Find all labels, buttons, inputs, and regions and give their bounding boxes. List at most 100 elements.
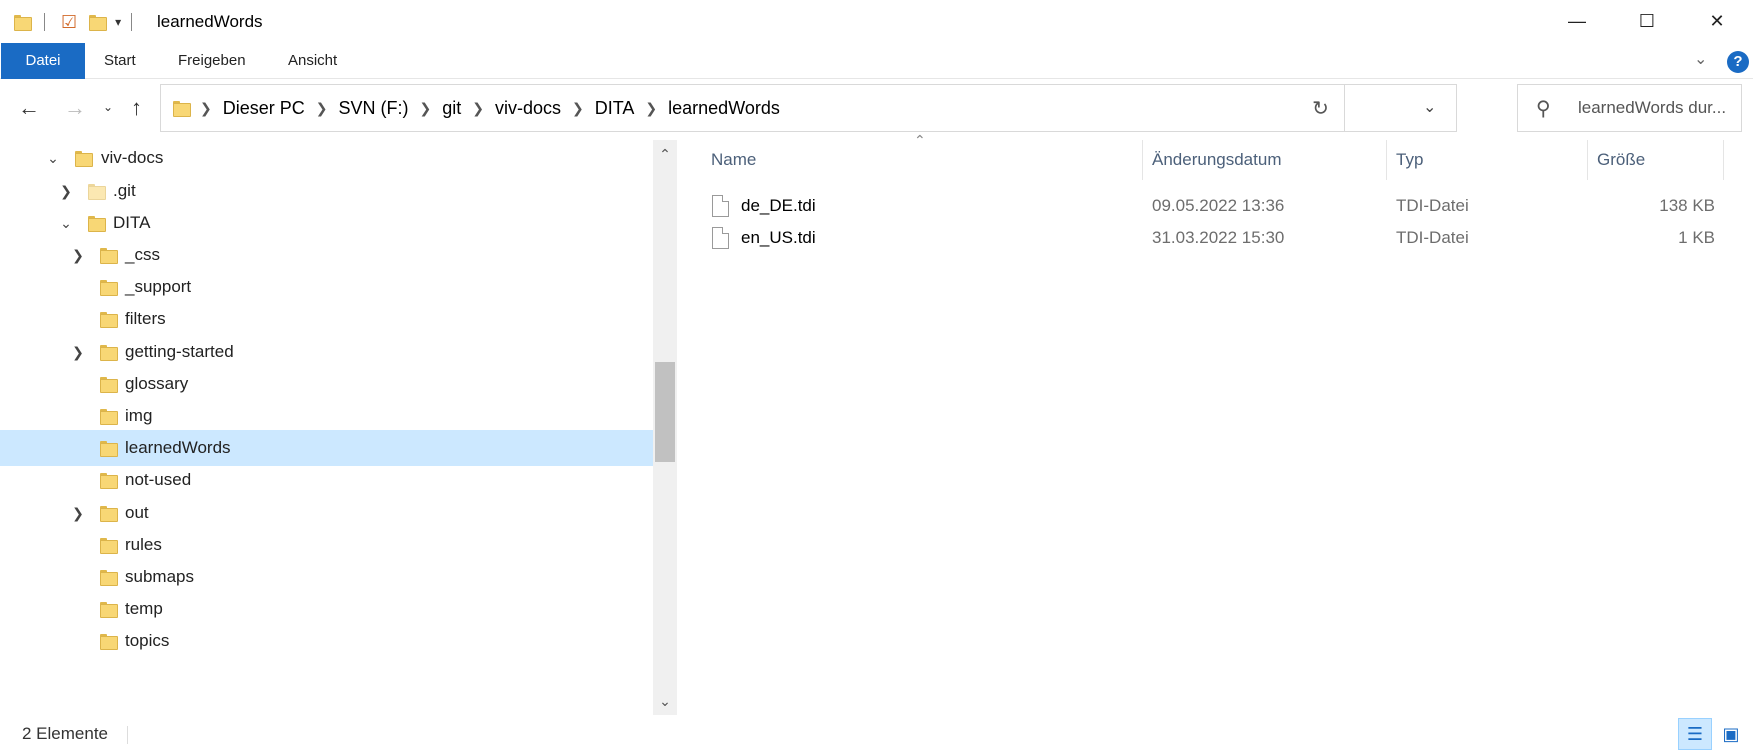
tree-item-out[interactable]: ❯ out — [0, 495, 653, 531]
tree-item-label: glossary — [125, 374, 189, 393]
column-divider[interactable] — [1587, 140, 1588, 180]
toolbar-divider — [131, 13, 133, 31]
file-date: 31.03.2022 15:30 — [1152, 228, 1285, 247]
close-icon: ✕ — [1709, 10, 1725, 31]
tree-item-glossary[interactable]: glossary — [0, 366, 653, 402]
crumb-dieser-pc[interactable]: Dieser PC — [223, 98, 305, 119]
breadcrumb: ❯ Dieser PC ❯ SVN (F:) ❯ git ❯ viv-docs … — [173, 85, 780, 131]
search-input[interactable] — [1578, 97, 1738, 119]
chevron-down-icon[interactable]: ⌄ — [45, 150, 61, 167]
file-icon — [712, 227, 729, 249]
folder-icon — [100, 570, 118, 586]
folder-icon — [14, 15, 32, 31]
tab-start[interactable]: Start — [86, 43, 154, 79]
maximize-button[interactable]: ☐ — [1614, 0, 1680, 42]
search-box[interactable]: ⚲ — [1517, 84, 1742, 132]
tree-item-css[interactable]: ❯ _css — [0, 237, 653, 273]
tab-freigeben[interactable]: Freigeben — [160, 43, 264, 79]
refresh-button[interactable]: ↻ — [1297, 84, 1345, 132]
crumb-viv-docs[interactable]: viv-docs — [495, 98, 561, 119]
recent-locations-button[interactable]: ⌄ — [103, 100, 113, 114]
chevron-down-icon: ⌄ — [103, 100, 114, 114]
crumb-svn-drive[interactable]: SVN (F:) — [339, 98, 409, 119]
navigation-pane: ⌄ viv-docs ❯ .git ⌄ DITA ❯ _css _support… — [0, 140, 677, 715]
details-view-button[interactable]: ☰ — [1678, 718, 1712, 750]
tree-item-label: learnedWords — [125, 438, 231, 457]
expand-ribbon-icon[interactable]: ⌄ — [1694, 49, 1707, 69]
chevron-right-icon[interactable]: ❯ — [572, 100, 584, 117]
chevron-right-icon[interactable]: ❯ — [316, 100, 328, 117]
file-row[interactable]: de_DE.tdi 09.05.2022 13:36 TDI-Datei 138… — [687, 190, 1737, 222]
chevron-right-icon[interactable]: ❯ — [70, 505, 86, 522]
crumb-git[interactable]: git — [442, 98, 461, 119]
file-name: de_DE.tdi — [741, 196, 816, 215]
tree-item-filters[interactable]: filters — [0, 301, 653, 337]
ribbon-tabs: Datei Start Freigeben Ansicht ⌄ — [0, 43, 1753, 79]
back-button[interactable]: ← — [18, 95, 40, 121]
column-divider[interactable] — [1723, 140, 1724, 180]
tab-datei[interactable]: Datei — [1, 43, 85, 79]
file-date: 09.05.2022 13:36 — [1152, 196, 1285, 215]
sort-ascending-icon: ⌃ — [914, 132, 926, 148]
tree-item-topics[interactable]: topics — [0, 623, 653, 659]
column-divider[interactable] — [1386, 140, 1387, 180]
scroll-up-icon[interactable]: ⌃ — [653, 142, 677, 166]
title-bar: ☑ ▾ learnedWords — ☐ ✕ — [0, 0, 1753, 42]
large-icons-view-icon: ▣ — [1722, 723, 1740, 744]
folder-icon — [100, 409, 118, 425]
chevron-right-icon[interactable]: ❯ — [58, 183, 74, 200]
window-title: learnedWords — [157, 12, 263, 31]
chevron-right-icon[interactable]: ❯ — [70, 247, 86, 264]
tree-item-support[interactable]: _support — [0, 269, 653, 305]
file-row[interactable]: en_US.tdi 31.03.2022 15:30 TDI-Datei 1 K… — [687, 222, 1737, 254]
tree-item-label: topics — [125, 631, 170, 650]
chevron-right-icon[interactable]: ❯ — [70, 344, 86, 361]
new-folder-icon[interactable] — [89, 15, 108, 31]
arrow-right-icon: → — [64, 95, 86, 120]
tree-item-rules[interactable]: rules — [0, 527, 653, 563]
column-header-date[interactable]: Änderungsdatum — [1152, 140, 1281, 180]
scroll-thumb[interactable] — [655, 362, 675, 462]
chevron-down-icon[interactable]: ⌄ — [58, 215, 74, 232]
address-history-dropdown-icon[interactable]: ⌄ — [1423, 97, 1436, 117]
customize-toolbar-dropdown-icon[interactable]: ▾ — [115, 15, 121, 29]
up-button[interactable]: ↑ — [131, 95, 142, 121]
file-size: 1 KB — [1678, 228, 1715, 247]
help-button[interactable]: ? — [1727, 51, 1749, 73]
tree-item-temp[interactable]: temp — [0, 591, 653, 627]
tab-ansicht[interactable]: Ansicht — [270, 43, 355, 79]
minimize-icon: — — [1568, 10, 1586, 31]
folder-icon — [100, 248, 118, 264]
tree-item-not-used[interactable]: not-used — [0, 462, 653, 498]
tree-item-label: submaps — [125, 567, 194, 586]
chevron-right-icon[interactable]: ❯ — [645, 100, 657, 117]
crumb-learnedwords[interactable]: learnedWords — [668, 98, 780, 119]
scroll-down-icon[interactable]: ⌄ — [653, 689, 677, 713]
tree-item-getting-started[interactable]: ❯ getting-started — [0, 334, 653, 370]
tree-item-viv-docs[interactable]: ⌄ viv-docs — [0, 140, 653, 176]
chevron-right-icon[interactable]: ❯ — [200, 100, 212, 117]
column-header-name[interactable]: Name — [711, 140, 756, 180]
folder-icon — [100, 345, 118, 361]
close-button[interactable]: ✕ — [1684, 0, 1750, 42]
minimize-button[interactable]: — — [1544, 0, 1610, 42]
column-header-type[interactable]: Typ — [1396, 140, 1423, 180]
forward-button[interactable]: → — [64, 95, 86, 121]
crumb-dita[interactable]: DITA — [595, 98, 635, 119]
address-bar[interactable]: ❯ Dieser PC ❯ SVN (F:) ❯ git ❯ viv-docs … — [160, 84, 1457, 132]
tree-item-img[interactable]: img — [0, 398, 653, 434]
chevron-right-icon[interactable]: ❯ — [420, 100, 432, 117]
large-icons-view-button[interactable]: ▣ — [1714, 718, 1748, 750]
tree-item-submaps[interactable]: submaps — [0, 559, 653, 595]
properties-icon[interactable]: ☑ — [61, 12, 77, 33]
chevron-right-icon[interactable]: ❯ — [472, 100, 484, 117]
column-header-size[interactable]: Größe — [1597, 140, 1645, 180]
status-divider — [127, 726, 128, 744]
tree-item-git[interactable]: ❯ .git — [0, 173, 653, 209]
navigation-scrollbar[interactable]: ⌃ ⌄ — [653, 140, 677, 715]
tree-item-learnedwords[interactable]: learnedWords — [0, 430, 653, 466]
column-divider[interactable] — [1142, 140, 1143, 180]
tree-item-dita[interactable]: ⌄ DITA — [0, 205, 653, 241]
tree-item-label: temp — [125, 599, 163, 618]
refresh-icon: ↻ — [1312, 97, 1329, 120]
